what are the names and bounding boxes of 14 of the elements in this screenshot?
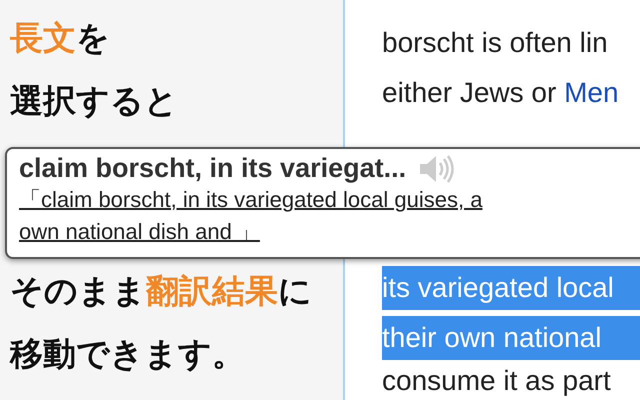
selected-text: their own national — [382, 316, 640, 360]
translation-text[interactable]: 「claim borscht, in its variegated local guises, a — [19, 184, 482, 216]
translation-text[interactable]: own national dish and 」 — [19, 216, 260, 248]
caption-text: 選択すると — [10, 80, 178, 122]
caption-text: 移動できます。 — [10, 333, 245, 375]
caption-text: そのまま翻訳結果に — [10, 270, 312, 312]
article-text: borscht is often lin — [382, 26, 609, 60]
article-text: consume it as part — [382, 364, 612, 398]
article-link[interactable]: Men — [564, 77, 619, 108]
selected-text: its variegated local — [382, 266, 640, 310]
popup-title: claim borscht, in its variegat... — [19, 153, 406, 184]
article-text: either Jews or Men — [382, 76, 620, 110]
caption-text: 長文を — [10, 17, 110, 59]
speaker-icon[interactable] — [418, 154, 454, 184]
